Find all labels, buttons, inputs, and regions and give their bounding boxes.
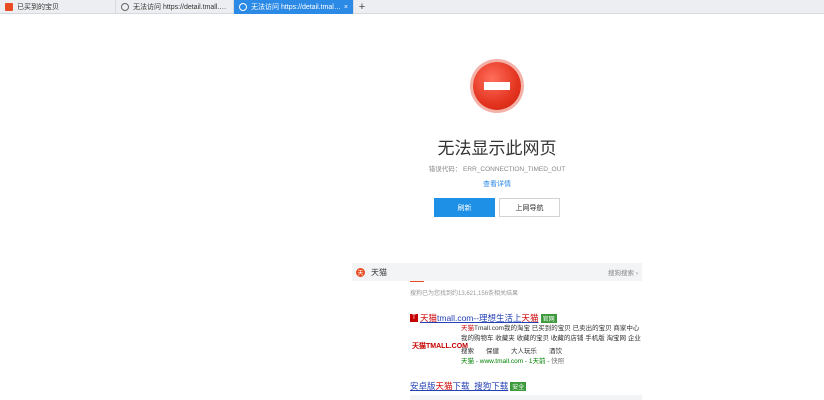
result-1-title: T 天猫tmall.com--理想生活上天猫 官网 bbox=[410, 312, 557, 324]
official-badge: 官网 bbox=[540, 313, 557, 323]
sitelink[interactable]: 搜索 bbox=[461, 345, 474, 355]
stop-error-icon bbox=[473, 62, 521, 110]
sitelink[interactable]: 保健 bbox=[486, 345, 499, 355]
tab-error-1[interactable]: 无法访问 https://detail.tmall.com/it bbox=[116, 0, 234, 14]
sitelink[interactable]: 酒饮 bbox=[549, 345, 562, 355]
sogou-brand-icon: 天 bbox=[356, 267, 365, 277]
tab-title: 无法访问 https://detail.tmall.com/it bbox=[133, 4, 228, 11]
result-2-preview bbox=[410, 395, 642, 400]
tab-underline bbox=[410, 281, 424, 282]
tmall-logo[interactable]: 天猫TMALL.COM bbox=[412, 341, 468, 351]
web-navigation-button[interactable]: 上网导航 bbox=[499, 198, 560, 217]
taobao-favicon-icon bbox=[5, 3, 13, 11]
error-code: 错误代码： ERR_CONNECTION_TIMED_OUT bbox=[428, 166, 566, 173]
globe-icon bbox=[239, 3, 247, 11]
refresh-button[interactable]: 刷新 bbox=[434, 198, 495, 217]
sogou-search-link[interactable]: 搜狗搜索 › bbox=[608, 267, 638, 277]
recommend-panel-header: 天 天猫 搜狗搜索 › bbox=[352, 263, 642, 281]
recommend-panel-title: 天猫 bbox=[371, 267, 387, 277]
tab-title: 已买到的宝贝 bbox=[17, 4, 59, 11]
tab-purchased[interactable]: 已买到的宝贝 bbox=[0, 0, 116, 14]
close-tab-icon[interactable]: × bbox=[344, 4, 348, 11]
result-1-link[interactable]: 天猫tmall.com--理想生活上天猫 bbox=[420, 312, 539, 324]
snapshot-link[interactable]: 快照 bbox=[551, 358, 564, 365]
tmall-favicon-icon: T bbox=[410, 314, 418, 322]
result-2-title: 安卓版天猫下载_搜狗下载 安全 bbox=[410, 380, 527, 392]
new-tab-button[interactable]: + bbox=[354, 0, 370, 14]
sitelink[interactable]: 大人玩乐 bbox=[511, 345, 537, 355]
tab-bar: 已买到的宝贝 无法访问 https://detail.tmall.com/it … bbox=[0, 0, 824, 14]
error-title: 无法显示此网页 bbox=[437, 139, 557, 158]
result-count: 搜狗已为您找到约13,621,156条相关结果 bbox=[410, 291, 519, 297]
safe-badge: 安全 bbox=[510, 381, 527, 391]
tab-error-active[interactable]: 无法访问 https://detail.tmall.com/i × bbox=[234, 0, 354, 14]
result-1-description: 天猫Tmall.com我的淘宝 已买到的宝贝 已卖出的宝贝 商家中心 我的购物车… bbox=[461, 325, 641, 342]
globe-icon bbox=[121, 3, 129, 11]
result-2-link[interactable]: 安卓版天猫下载_搜狗下载 bbox=[410, 380, 508, 392]
result-1-url: 天猫 - www.tmall.com - 1天前 - 快照 bbox=[461, 358, 565, 365]
view-details-link[interactable]: 查看详情 bbox=[420, 179, 574, 189]
tab-title: 无法访问 https://detail.tmall.com/i bbox=[251, 4, 341, 11]
result-1-sitelinks: 搜索 保健 大人玩乐 酒饮 bbox=[461, 345, 574, 355]
